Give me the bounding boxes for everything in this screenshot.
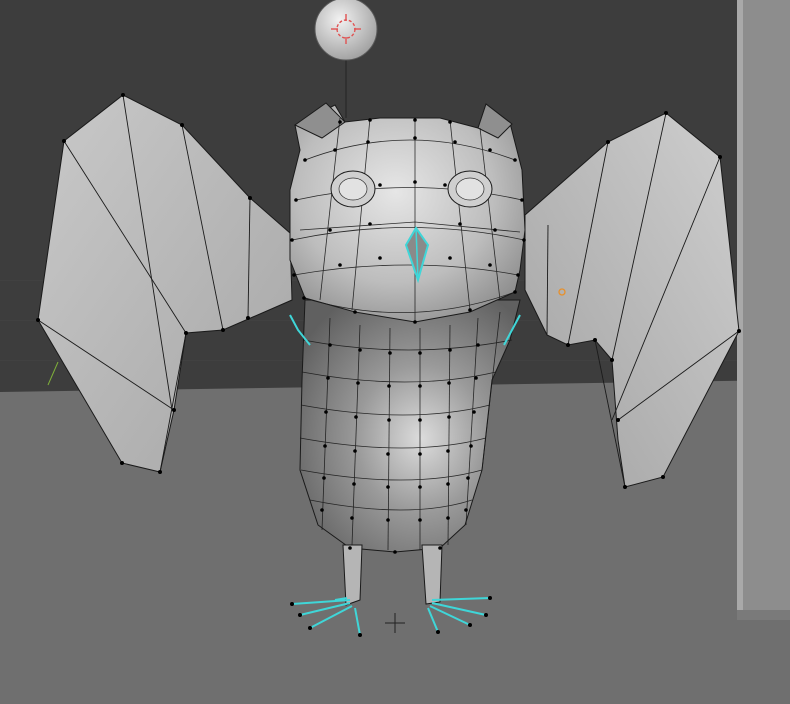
3d-viewport[interactable] [0, 0, 790, 704]
wall-plane[interactable] [737, 0, 790, 620]
